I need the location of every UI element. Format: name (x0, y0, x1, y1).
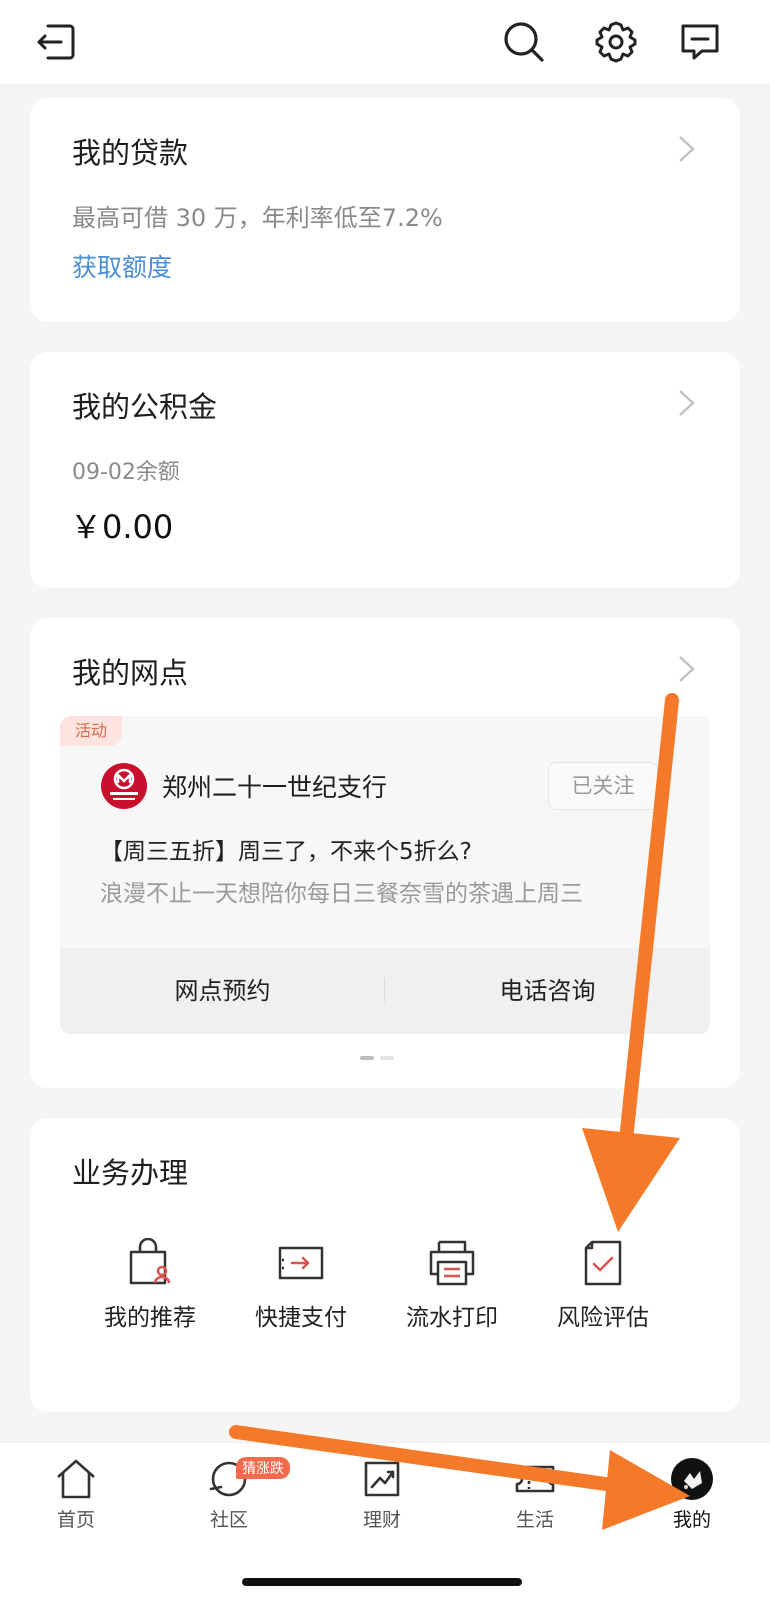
follow-button[interactable]: 已关注 (548, 762, 658, 810)
top-bar (0, 0, 770, 84)
branch-card: 我的网点 郑州二十一世纪支行 已关注 【周三五折】周三了，不来个5折么? 浪漫不… (30, 618, 740, 1088)
chevron-right-icon (679, 136, 695, 162)
chevron-right-icon (679, 390, 695, 416)
service-risk-assessment[interactable]: 风险评估 (528, 1238, 678, 1332)
exit-icon[interactable] (34, 20, 78, 64)
life-ticket-icon (515, 1465, 555, 1493)
bank-logo (101, 763, 147, 809)
avatar (671, 1458, 713, 1500)
branch-name: 郑州二十一世纪支行 (162, 773, 388, 802)
provident-fund-card[interactable]: 我的公积金 09-02余额 ￥0.00 (30, 352, 740, 588)
home-indicator (242, 1578, 522, 1586)
service-label: 风险评估 (557, 1305, 649, 1331)
service-label: 流水打印 (406, 1305, 498, 1331)
recommend-bag-icon (129, 1238, 171, 1285)
branch-appointment-button[interactable]: 网点预约 (60, 948, 385, 1034)
tab-community[interactable]: 社区 猜涨跌 (174, 1457, 290, 1532)
chevron-right-icon[interactable] (676, 654, 698, 684)
service-label: 我的推荐 (104, 1305, 196, 1331)
tab-label: 生活 (515, 1509, 554, 1531)
guess-badge: 猜涨跌 (236, 1457, 290, 1479)
risk-assessment-icon (584, 1240, 622, 1286)
fund-balance-amount: ￥0.00 (70, 508, 174, 546)
loan-card[interactable]: 我的贷款 最高可借 30 万，年利率低至7.2% 获取额度 (30, 98, 740, 322)
message-icon[interactable] (678, 20, 722, 64)
fund-title: 我的公积金 (72, 390, 218, 424)
home-icon (57, 1459, 95, 1499)
fund-balance-date: 09-02余额 (72, 460, 180, 485)
carousel-dot (380, 1056, 394, 1060)
service-my-recommend[interactable]: 我的推荐 (75, 1238, 225, 1332)
tab-home[interactable]: 首页 (21, 1457, 131, 1532)
carousel-dot-active (360, 1056, 374, 1060)
loan-title: 我的贷款 (72, 136, 189, 170)
finance-chart-icon (364, 1461, 400, 1497)
search-icon[interactable] (502, 20, 546, 64)
loan-description: 最高可借 30 万，年利率低至7.2% (72, 204, 443, 232)
tab-finance[interactable]: 理财 (327, 1457, 437, 1532)
tab-label: 我的 (672, 1509, 711, 1531)
get-quota-link[interactable]: 获取额度 (72, 248, 172, 284)
service-label: 快捷支付 (255, 1305, 347, 1331)
promo-description: 浪漫不止一天想陪你每日三餐奈雪的茶遇上周三 (100, 881, 583, 907)
services-title: 业务办理 (72, 1156, 189, 1190)
activity-tag: 活动 (60, 716, 122, 746)
printer-icon (429, 1240, 475, 1286)
branch-section-title: 我的网点 (72, 656, 189, 690)
service-quick-pay[interactable]: 快捷支付 (226, 1238, 376, 1332)
phone-consult-button[interactable]: 电话咨询 (385, 948, 710, 1034)
branch-actions: 网点预约 电话咨询 (60, 948, 710, 1034)
tab-mine[interactable]: 我的 (637, 1457, 747, 1532)
services-card: 业务办理 我的推荐 快捷支付 流水打印 风险评估 (30, 1118, 740, 1412)
tab-label: 社区 (209, 1509, 248, 1531)
service-statement-print[interactable]: 流水打印 (377, 1238, 527, 1332)
tab-life[interactable]: 生活 (480, 1457, 590, 1532)
tab-label: 首页 (56, 1509, 95, 1531)
promo-title: 【周三五折】周三了，不来个5折么? (100, 839, 472, 865)
quick-pay-icon (278, 1246, 324, 1280)
settings-gear-icon[interactable] (594, 20, 638, 64)
tab-label: 理财 (362, 1509, 401, 1531)
branch-activity-panel[interactable]: 郑州二十一世纪支行 已关注 【周三五折】周三了，不来个5折么? 浪漫不止一天想陪… (60, 716, 710, 1034)
bottom-tab-bar: 首页 社区 猜涨跌 理财 生活 我的 (0, 1442, 770, 1600)
